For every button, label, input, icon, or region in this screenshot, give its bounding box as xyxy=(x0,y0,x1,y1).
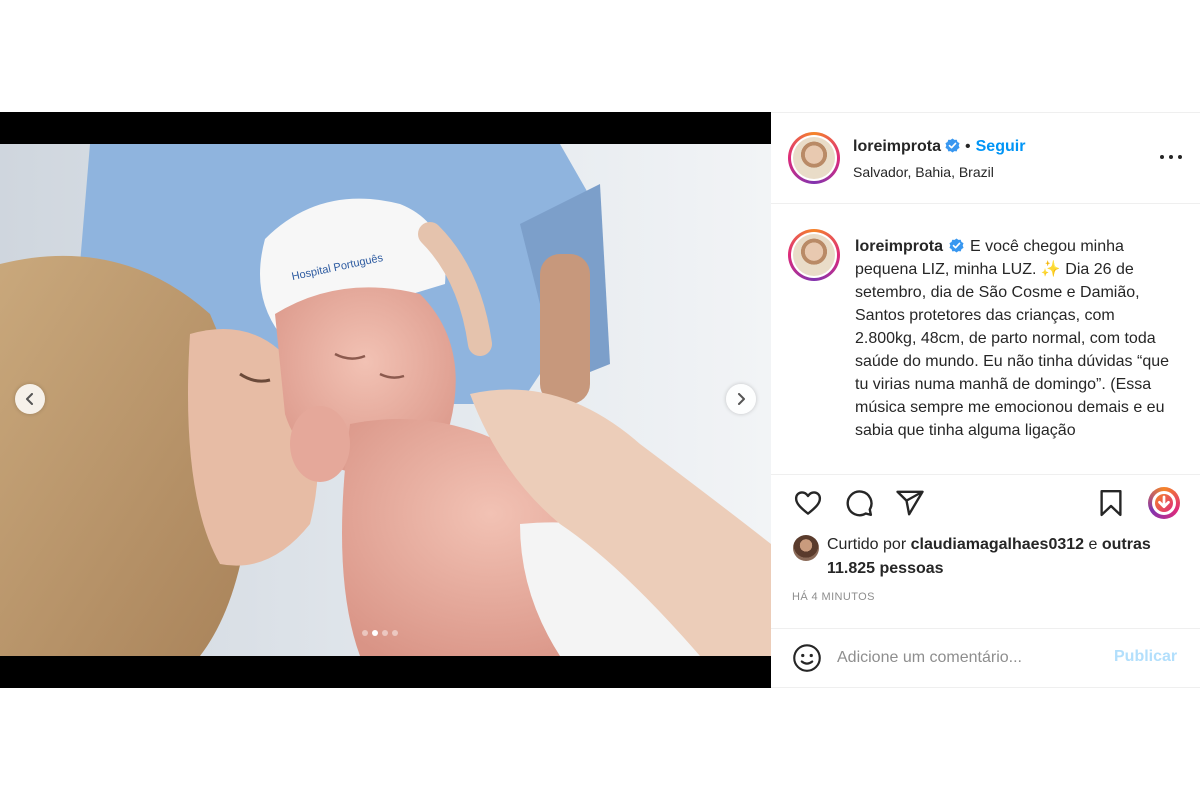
heart-icon xyxy=(794,491,822,515)
verified-badge-icon xyxy=(945,138,960,153)
author-avatar[interactable] xyxy=(788,132,840,184)
comment-button[interactable] xyxy=(841,485,877,521)
save-button[interactable] xyxy=(1093,485,1129,521)
chevron-right-icon xyxy=(738,393,745,405)
post-side-panel: loreimprota • Seguir Salvador, Bahia, Braz… xyxy=(771,112,1200,688)
liker-avatar[interactable] xyxy=(793,535,819,561)
carousel-dot[interactable] xyxy=(392,630,398,636)
carousel-next-button[interactable] xyxy=(726,384,756,414)
caption-section: loreimprota E você chegou minha pequena L… xyxy=(771,205,1200,475)
more-options-icon[interactable] xyxy=(1160,153,1182,161)
like-button[interactable] xyxy=(790,485,826,521)
post-photo[interactable]: Hospital Português xyxy=(0,144,771,656)
liked-by-username[interactable]: claudiamagalhaes0312 xyxy=(911,536,1084,553)
carousel-dot[interactable] xyxy=(382,630,388,636)
publish-button[interactable]: Publicar xyxy=(1114,648,1177,666)
post-timestamp[interactable]: HÁ 4 MINUTOS xyxy=(792,591,875,603)
caption-text-part2: Dia 26 de setembro, dia de São Cosme e D… xyxy=(855,261,1170,439)
follow-button[interactable]: Seguir xyxy=(976,138,1026,155)
download-icon xyxy=(1158,495,1170,509)
comment-input[interactable] xyxy=(837,645,1107,671)
post-header: loreimprota • Seguir Salvador, Bahia, Braz… xyxy=(771,113,1200,204)
header-separator: • xyxy=(965,138,971,155)
likes-summary: Curtido por claudiamagalhaes0312 e outra… xyxy=(793,533,1188,581)
bookmark-icon xyxy=(1100,489,1122,517)
post-actions xyxy=(771,485,1200,529)
emoji-icon[interactable] xyxy=(792,643,822,673)
liked-by-prefix: Curtido por xyxy=(827,536,907,553)
caption-author-avatar[interactable] xyxy=(788,229,840,281)
carousel-dot[interactable] xyxy=(362,630,368,636)
carousel-dot[interactable] xyxy=(372,630,378,636)
comment-form: Publicar xyxy=(771,628,1200,689)
download-extension-button[interactable] xyxy=(1146,485,1182,521)
share-icon xyxy=(896,490,924,516)
share-button[interactable] xyxy=(892,485,928,521)
sparkles-emoji-icon: ✨ xyxy=(1040,261,1061,278)
newborn-photo-illustration: Hospital Português xyxy=(0,144,771,656)
post-location[interactable]: Salvador, Bahia, Brazil xyxy=(853,164,994,180)
liked-by-joiner: e xyxy=(1088,536,1098,553)
author-username[interactable]: loreimprota xyxy=(853,138,941,155)
carousel-indicator xyxy=(362,630,398,636)
instagram-post: Hospital Português loreimprota • Seguir … xyxy=(0,112,1200,688)
verified-badge-icon xyxy=(949,238,964,253)
comment-icon xyxy=(846,490,873,517)
post-caption: loreimprota E você chegou minha pequena L… xyxy=(855,235,1175,442)
carousel-prev-button[interactable] xyxy=(15,384,45,414)
author-line: loreimprota • Seguir xyxy=(853,138,1025,156)
caption-username[interactable]: loreimprota xyxy=(855,238,943,255)
post-media: Hospital Português xyxy=(0,112,771,688)
chevron-left-icon xyxy=(26,393,33,405)
